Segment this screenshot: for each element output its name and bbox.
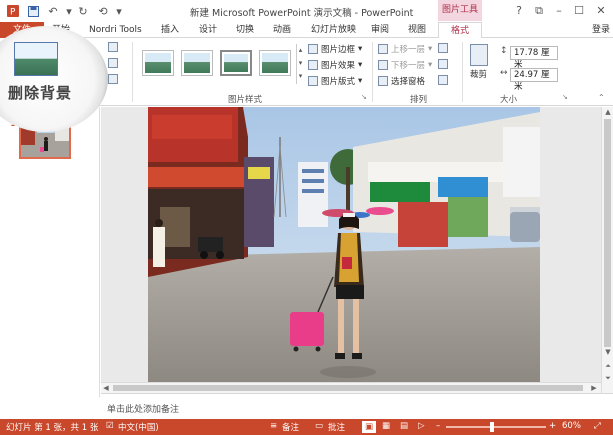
next-slide-icon[interactable]: ⏷ (603, 373, 613, 383)
bring-forward-button[interactable]: 上移一层 ▾ (378, 43, 432, 55)
collapse-ribbon-icon[interactable]: ⌃ (598, 93, 605, 102)
arrange-group-label: 排列 (410, 95, 428, 105)
tab-view[interactable]: 视图 (408, 22, 426, 38)
ribbon-tabs: 文件 开始 Nordri Tools 插入 设计 切换 动画 幻灯片放映 审阅 … (0, 22, 613, 39)
tab-nordri-tools[interactable]: Nordri Tools (89, 22, 142, 38)
picture-style-4[interactable] (259, 50, 291, 76)
undo-icon[interactable]: ↶ (46, 4, 60, 18)
normal-view-icon[interactable]: ▣ (362, 421, 376, 433)
size-group-label: 大小 (500, 95, 518, 105)
crop-icon[interactable] (470, 44, 488, 66)
scroll-left-icon[interactable]: ◀ (101, 383, 111, 393)
zoom-in-icon[interactable]: + (549, 421, 556, 431)
login-link[interactable]: 登录 (592, 22, 610, 38)
height-icon: ↕ (500, 46, 508, 56)
tab-transitions[interactable]: 切换 (236, 22, 254, 38)
scroll-down-icon[interactable]: ▼ (603, 347, 613, 357)
scroll-up-icon[interactable]: ▲ (603, 107, 613, 117)
hscroll-thumb[interactable] (113, 385, 583, 391)
horizontal-scrollbar[interactable]: ◀ ▶ (101, 382, 601, 393)
slide-count-status: 幻灯片 第 1 张，共 1 张 (6, 423, 99, 433)
bring-forward-icon (378, 44, 388, 54)
picture-effects-icon (308, 60, 318, 70)
gallery-scroll[interactable]: ▴ ▾ ▾ (296, 44, 304, 84)
compress-pictures-icon[interactable] (108, 42, 118, 55)
scroll-thumb[interactable] (604, 119, 611, 347)
picture-styles-launcher-icon[interactable]: ↘ (361, 93, 367, 101)
selection-pane-button[interactable]: 选择窗格 (378, 75, 425, 87)
picture-tools-contextual-label: 图片工具 (438, 0, 482, 21)
ribbon-display-button[interactable]: ⧉ (530, 3, 548, 18)
close-button[interactable]: ✕ (592, 3, 610, 18)
notes-toggle[interactable]: 备注 (282, 421, 299, 433)
tab-insert[interactable]: 插入 (161, 22, 179, 38)
rotate-icon[interactable] (438, 75, 448, 88)
undo-dropdown-icon[interactable]: ▾ (62, 4, 76, 18)
picture-effects-button[interactable]: 图片效果 ▾ (308, 59, 362, 71)
picture-styles-group-label: 图片样式 (228, 95, 263, 105)
language-status[interactable]: 中文(中国) (118, 421, 159, 433)
zoom-slider-thumb[interactable] (490, 422, 494, 432)
tab-animations[interactable]: 动画 (273, 22, 291, 38)
tab-design[interactable]: 设计 (199, 22, 217, 38)
zoom-slider-track[interactable] (446, 426, 546, 428)
previous-slide-icon[interactable]: ⏶ (603, 361, 613, 371)
slide-sorter-icon[interactable]: ▦ (382, 421, 390, 431)
title-bar: P ↶ ▾ ↻ ⟲ ▾ 新建 Microsoft PowerPoint 演示文稿… (0, 0, 613, 22)
send-backward-button[interactable]: 下移一层 ▾ (378, 59, 432, 71)
redo-icon[interactable]: ↻ (76, 4, 90, 18)
tab-format[interactable]: 格式 (438, 22, 482, 39)
remove-background-icon (14, 42, 58, 76)
crop-button[interactable]: 裁剪 (470, 68, 487, 80)
reading-view-icon[interactable]: ▤ (400, 421, 408, 431)
align-icon[interactable] (438, 43, 448, 56)
selection-pane-icon (378, 76, 388, 86)
street-photo[interactable] (148, 107, 540, 382)
minimize-button[interactable]: – (550, 3, 568, 18)
picture-style-1[interactable] (142, 50, 174, 76)
slide-canvas[interactable] (148, 107, 540, 382)
tab-review[interactable]: 审阅 (371, 22, 389, 38)
spellcheck-icon[interactable]: ☑ (106, 421, 114, 431)
zoom-level[interactable]: 60% (562, 421, 581, 431)
picture-layout-icon (308, 76, 318, 86)
change-picture-icon[interactable] (108, 58, 118, 71)
picture-border-button[interactable]: 图片边框 ▾ (308, 43, 362, 55)
picture-border-icon (308, 44, 318, 54)
vertical-scrollbar[interactable]: ▲ ▼ ⏶ ⏷ (601, 107, 613, 397)
svg-text:P: P (10, 8, 16, 18)
comments-icon[interactable]: ▭ (315, 421, 323, 431)
picture-layout-button[interactable]: 图片版式 ▾ (308, 75, 362, 87)
start-from-beginning-icon[interactable]: ⟲ (96, 4, 110, 18)
height-input[interactable]: 17.78 厘米 (510, 46, 558, 70)
width-input[interactable]: 24.97 厘米 (510, 68, 558, 92)
reset-picture-icon[interactable] (108, 74, 118, 87)
send-backward-icon (378, 60, 388, 70)
help-button[interactable]: ? (510, 3, 528, 18)
maximize-button[interactable]: ☐ (570, 3, 588, 18)
fit-slide-icon[interactable]: ⤢ (594, 421, 601, 431)
powerpoint-logo-icon: P (6, 4, 20, 18)
customize-toolbar-icon[interactable]: ▾ (112, 4, 126, 18)
width-icon: ↔ (500, 68, 508, 78)
notes-icon[interactable]: ≡ (270, 421, 277, 431)
size-launcher-icon[interactable]: ↘ (562, 93, 568, 101)
zoom-out-icon[interactable]: – (436, 421, 440, 431)
scroll-right-icon[interactable]: ▶ (589, 383, 599, 393)
remove-background-label[interactable]: 删除背景 (8, 82, 72, 103)
notes-pane[interactable]: 单击此处添加备注 (101, 393, 613, 419)
slide-editing-area (101, 107, 601, 382)
picture-style-3[interactable] (220, 50, 252, 76)
slide-thumbnail-pane: 1 (0, 107, 100, 397)
comments-toggle[interactable]: 批注 (328, 421, 345, 433)
picture-style-2[interactable] (181, 50, 213, 76)
slideshow-view-icon[interactable]: ▷ (418, 421, 425, 431)
tab-slideshow[interactable]: 幻灯片放映 (311, 22, 356, 38)
status-bar: 幻灯片 第 1 张，共 1 张 ☑ 中文(中国) ≡ 备注 ▭ 批注 ▣ ▦ ▤… (0, 419, 613, 435)
window-title: 新建 Microsoft PowerPoint 演示文稿 - PowerPoin… (190, 8, 414, 19)
group-icon[interactable] (438, 59, 448, 72)
notes-placeholder[interactable]: 单击此处添加备注 (107, 402, 179, 415)
save-icon[interactable] (26, 4, 40, 18)
